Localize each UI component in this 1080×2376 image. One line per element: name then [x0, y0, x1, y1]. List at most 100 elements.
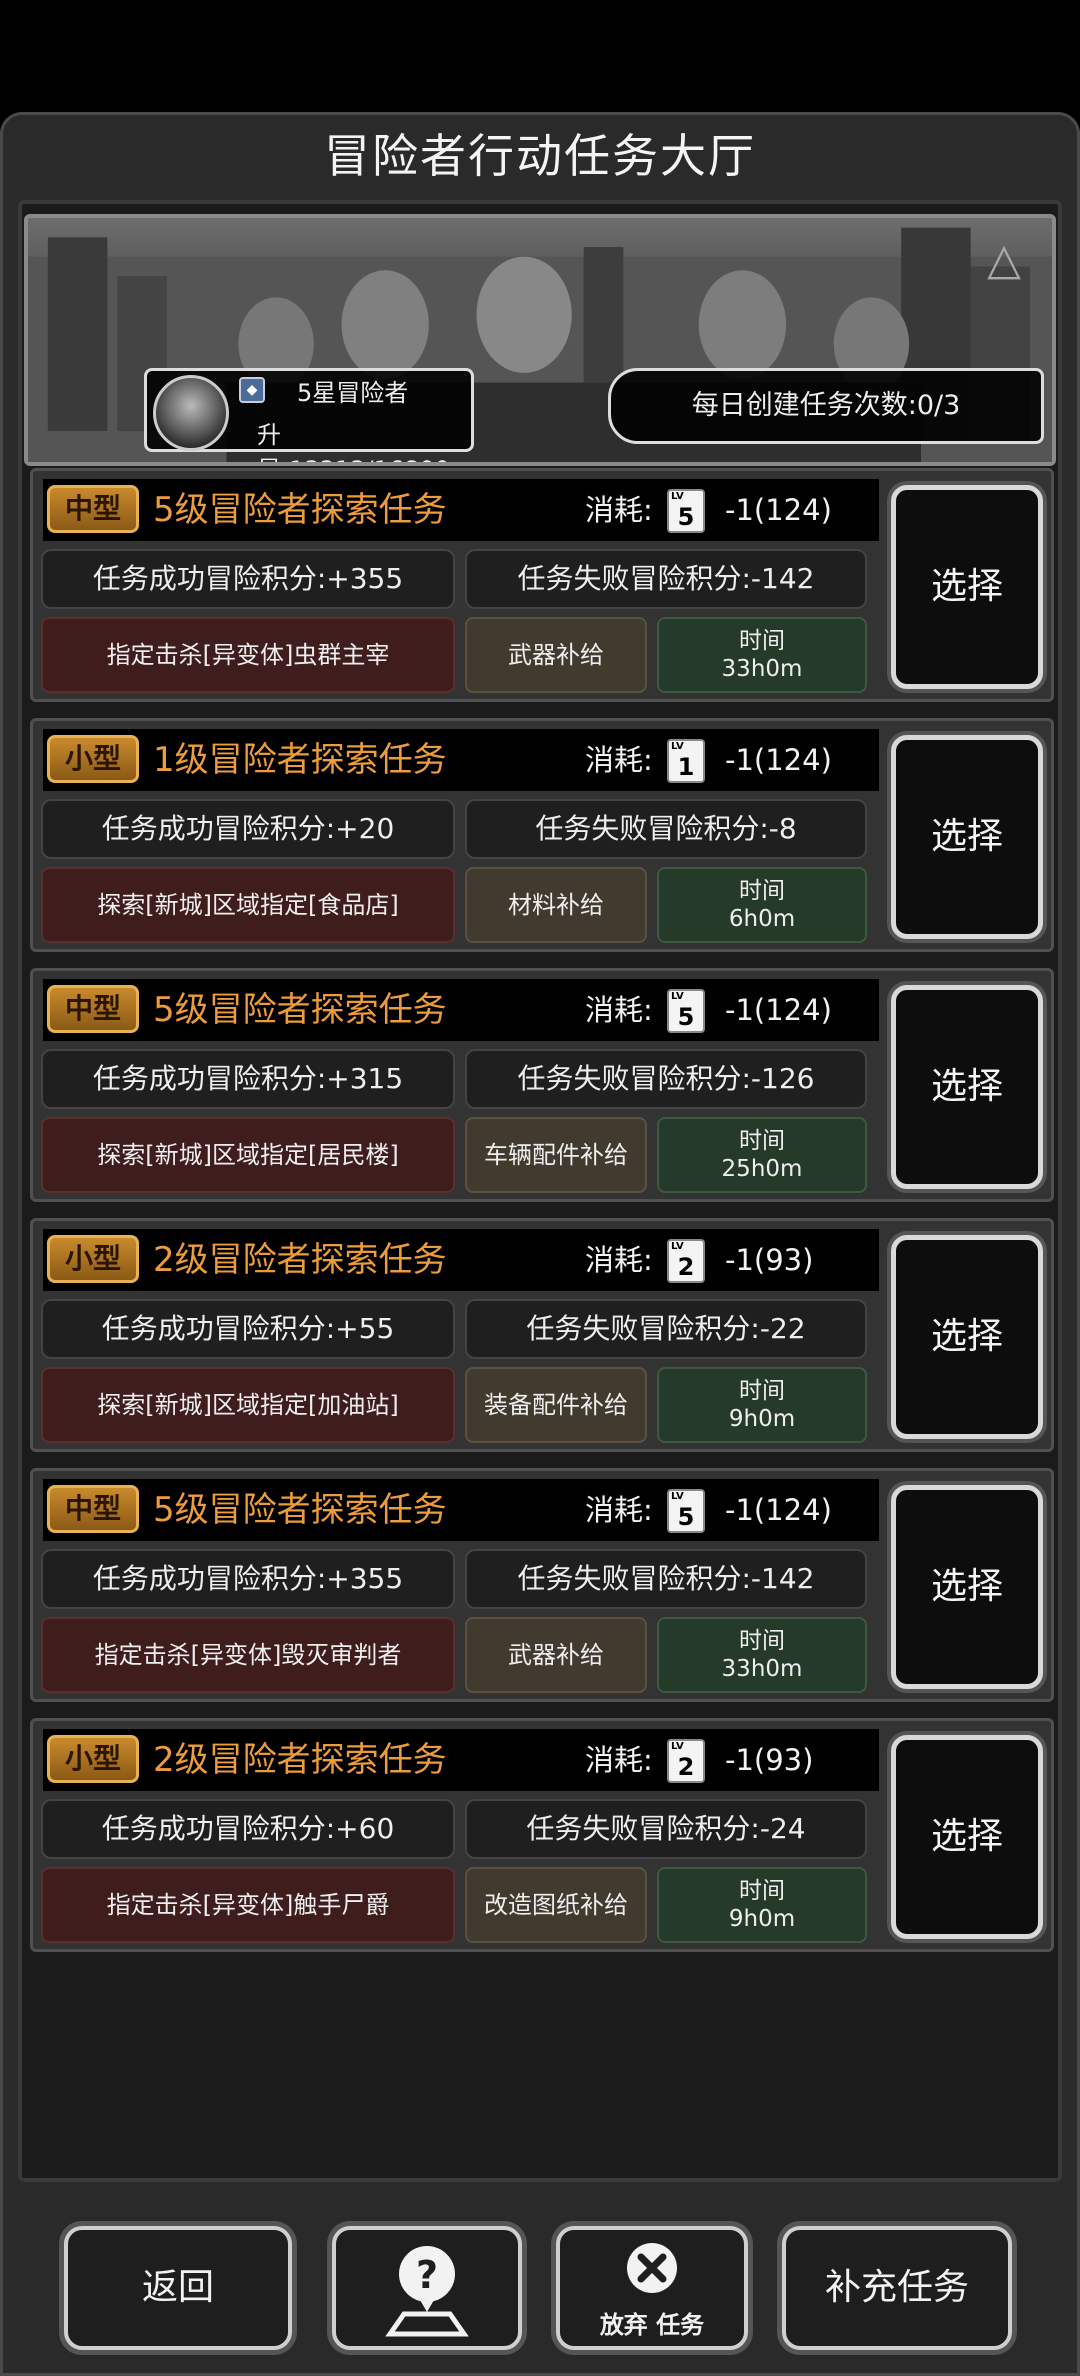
fail-score: 任务失败冒险积分:-126	[465, 1049, 867, 1109]
page-title: 冒险者行动任务大厅	[324, 129, 756, 183]
time-label: 时间	[739, 628, 785, 654]
task-card[interactable]: 小型 2级冒险者探索任务 消耗: LV 2 -1(93) 任务成功冒险积分:+55 任务失败冒…	[30, 1218, 1054, 1452]
player-rank: 5星冒险者	[297, 379, 409, 407]
task-time: 时间 6h0m	[657, 867, 867, 943]
task-name: 1级冒险者探索任务	[153, 740, 447, 780]
cost-label: 消耗:	[585, 493, 653, 527]
cost-label: 消耗:	[585, 993, 653, 1027]
task-reward: 车辆配件补给	[465, 1117, 647, 1193]
task-header: 小型 2级冒险者探索任务 消耗: LV2 -1(93)	[43, 1229, 879, 1291]
cost-label: 消耗:	[585, 1243, 653, 1277]
task-header: 小型 1级冒险者探索任务 消耗: LV 1 -1(124)	[43, 729, 879, 791]
level-card-icon: LV 1	[667, 739, 705, 783]
close-circle-icon	[627, 2243, 677, 2293]
select-button[interactable]: 选择	[891, 985, 1043, 1189]
fail-score: 任务失败冒险积分:-142	[465, 549, 867, 609]
refill-task-button[interactable]: 补充任务	[782, 2226, 1012, 2350]
time-value: 9h0m	[728, 1906, 796, 1932]
success-score: 任务成功冒险积分:+20	[41, 799, 455, 859]
task-card[interactable]: 中型 5级冒险者探索任务 消耗: LV 5 -1(124) 任务成功冒险积分:+315 任务失…	[30, 968, 1054, 1202]
back-button[interactable]: 返回	[64, 2226, 292, 2350]
fail-score: 任务失败冒险积分:-22	[465, 1299, 867, 1359]
time-value: 6h0m	[728, 906, 796, 932]
cost-label: 消耗:	[585, 743, 653, 777]
level-card-icon: LV 5	[667, 489, 705, 533]
task-target: 探索[新城]区域指定[食品店]	[41, 867, 455, 943]
task-name: 5级冒险者探索任务	[153, 490, 447, 530]
task-header: 中型 5级冒险者探索任务 消耗: LV 5 -1(124)	[43, 979, 879, 1041]
level-card-number: 5	[677, 1003, 695, 1031]
level-card-icon: LV 5	[667, 1489, 705, 1533]
triangle-emblem-icon: △	[987, 234, 1021, 285]
task-time: 时间 33h0m	[657, 617, 867, 693]
cost-value: -1(93)	[725, 1243, 814, 1277]
help-button[interactable]: ?	[332, 2226, 522, 2350]
cost-value: -1(124)	[725, 1493, 832, 1527]
bottom-bar: 返回 ? 放弃 任务 补充任务	[0, 2196, 1080, 2376]
task-time: 时间9h0m	[657, 1867, 867, 1943]
refill-label: 补充任务	[824, 2267, 969, 2308]
task-time: 时间9h0m	[657, 1367, 867, 1443]
task-name: 5级冒险者探索任务	[153, 1490, 447, 1530]
cost-label: 消耗:	[585, 1743, 653, 1777]
level-card-number: 2	[677, 1253, 695, 1281]
time-label: 时间	[739, 1628, 785, 1654]
task-card[interactable]: 中型 5级冒险者探索任务 消耗: LV 5 -1(124) 任务成功冒险积分:+355 任务失…	[30, 468, 1054, 702]
success-score: 任务成功冒险积分:+55	[41, 1299, 455, 1359]
task-target: 指定击杀[异变体]触手尸爵	[41, 1867, 455, 1943]
time-label: 时间	[739, 1378, 785, 1404]
success-score: 任务成功冒险积分:+60	[41, 1799, 455, 1859]
cost-label: 消耗:	[585, 1493, 653, 1527]
task-reward: 改造图纸补给	[465, 1867, 647, 1943]
success-score: 任务成功冒险积分:+355	[41, 1549, 455, 1609]
task-size-badge: 小型	[47, 1735, 139, 1783]
abandon-task-button[interactable]: 放弃 任务	[556, 2226, 748, 2350]
task-card[interactable]: 小型 1级冒险者探索任务 消耗: LV 1 -1(124) 任务成功冒险积分:+20 任务失败…	[30, 718, 1054, 952]
select-button[interactable]: 选择	[891, 1735, 1043, 1939]
select-button[interactable]: 选择	[891, 1235, 1043, 1439]
fail-score: 任务失败冒险积分:-142	[465, 1549, 867, 1609]
task-size-badge: 中型	[47, 985, 139, 1033]
cost-value: -1(124)	[725, 743, 832, 777]
player-info[interactable]: ◆ 5星冒险者 升星:13313/16800	[144, 368, 474, 462]
time-value: 9h0m	[728, 1406, 796, 1432]
select-button[interactable]: 选择	[891, 485, 1043, 689]
task-list[interactable]: 小型2级冒险者探索任务消耗:LV2-1(93)任务成功冒险积分:+135任务失败…	[18, 200, 1062, 2182]
task-size-badge: 中型	[47, 485, 139, 533]
avatar[interactable]	[153, 375, 229, 451]
level-card-number: 1	[677, 753, 695, 781]
task-target: 探索[新城]区域指定[加油站]	[41, 1367, 455, 1443]
task-reward: 武器补给	[465, 1617, 647, 1693]
task-reward: 装备配件补给	[465, 1367, 647, 1443]
task-name: 2级冒险者探索任务	[153, 1740, 447, 1780]
abandon-label: 放弃 任务	[599, 2311, 705, 2339]
star-progress: 升星:13313/16800	[257, 421, 450, 462]
cost-value: -1(124)	[725, 493, 832, 527]
task-card[interactable]: 小型 2级冒险者探索任务 消耗: LV 2 -1(93) 任务成功冒险积分:+60 任务失败冒…	[30, 1718, 1054, 1952]
svg-text:?: ?	[416, 2253, 438, 2297]
back-label: 返回	[141, 2267, 214, 2308]
level-card-number: 5	[677, 1503, 695, 1531]
task-card[interactable]: 中型 5级冒险者探索任务 消耗: LV 5 -1(124) 任务成功冒险积分:+355 任务失…	[30, 1468, 1054, 1702]
task-size-badge: 小型	[47, 1235, 139, 1283]
select-button[interactable]: 选择	[891, 1485, 1043, 1689]
level-card-icon: LV 5	[667, 989, 705, 1033]
time-label: 时间	[739, 1128, 785, 1154]
task-name: 2级冒险者探索任务	[153, 1240, 447, 1280]
time-label: 时间	[739, 878, 785, 904]
task-size-badge: 中型	[47, 1485, 139, 1533]
task-time: 时间 33h0m	[657, 1617, 867, 1693]
task-time: 时间 25h0m	[657, 1117, 867, 1193]
fail-score: 任务失败冒险积分:-24	[465, 1799, 867, 1859]
task-reward: 武器补给	[465, 617, 647, 693]
task-target: 探索[新城]区域指定[居民楼]	[41, 1117, 455, 1193]
fail-score: 任务失败冒险积分:-8	[465, 799, 867, 859]
success-score: 任务成功冒险积分:+315	[41, 1049, 455, 1109]
task-header: 中型 5级冒险者探索任务 消耗: LV 5 -1(124)	[43, 479, 879, 541]
task-reward: 材料补给	[465, 867, 647, 943]
task-size-badge: 小型	[47, 735, 139, 783]
task-header: 小型 2级冒险者探索任务 消耗: LV2 -1(93)	[43, 1729, 879, 1791]
time-value: 33h0m	[721, 1656, 803, 1682]
select-button[interactable]: 选择	[891, 735, 1043, 939]
success-score: 任务成功冒险积分:+355	[41, 549, 455, 609]
